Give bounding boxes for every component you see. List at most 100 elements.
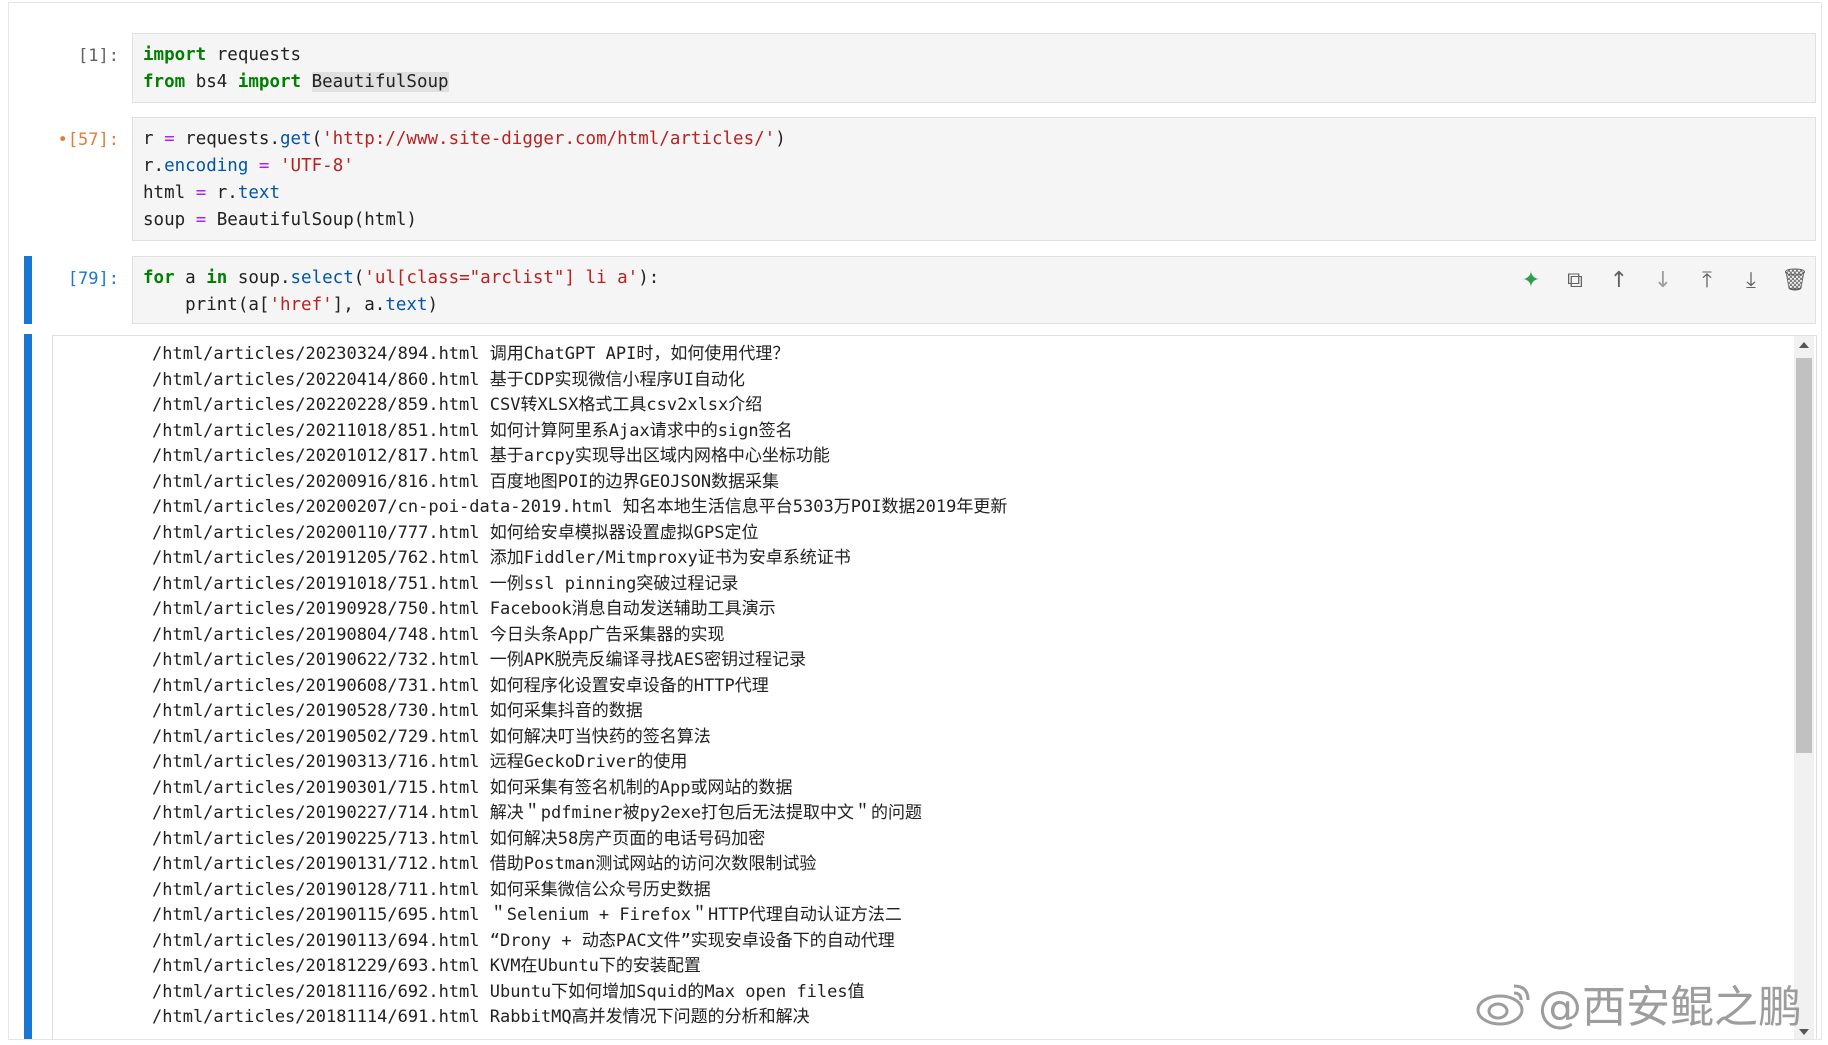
code-line: r = requests.get('http://www.site-digger… (143, 126, 1805, 153)
insert-below-icon-glyph: ⤓ (1746, 267, 1756, 293)
output-line: /html/articles/20190502/729.html 如何解决叮当快… (152, 726, 711, 747)
insert-below-icon[interactable]: ⤓ (1737, 266, 1765, 294)
code-token: = (195, 183, 207, 203)
notebook-panel: [1]: import requests from bs4 import Beau… (8, 2, 1822, 1040)
output-line: /html/articles/20190225/713.html 如何解决58房… (152, 828, 766, 849)
output-line: /html/articles/20190131/712.html 借助Postm… (152, 854, 817, 874)
code-token: from (143, 72, 186, 92)
output-line: /html/articles/20200110/777.html 如何给安卓模拟… (152, 522, 759, 543)
code-token: text (385, 295, 428, 315)
output-line: /html/articles/20181114/691.html RabbitM… (152, 1007, 810, 1027)
code-token: ): (638, 268, 660, 288)
code-token: = (258, 156, 270, 176)
code-token: print(a[ (143, 295, 270, 315)
code-line: r.encoding = 'UTF-8' (143, 153, 1805, 180)
ai-assist-icon[interactable]: ✦ (1517, 266, 1545, 294)
code-line: from bs4 import BeautifulSoup (143, 69, 1805, 96)
ai-assist-icon-glyph: ✦ (1521, 267, 1541, 293)
code-line: print(a['href'], a.text) (143, 292, 1805, 319)
code-token: html (143, 183, 196, 203)
execution-count: [79]: (67, 269, 119, 289)
scroll-up-arrow-icon[interactable] (1794, 336, 1814, 354)
code-token: requests. (174, 129, 280, 149)
code-token: r. (206, 183, 238, 203)
output-line: /html/articles/20190622/732.html 一例APK脱壳… (152, 650, 807, 670)
code-token: a (174, 268, 207, 288)
weibo-logo-icon (1476, 984, 1530, 1026)
output-line: /html/articles/20190113/694.html “Drony … (152, 930, 895, 951)
scroll-thumb[interactable] (1796, 358, 1812, 753)
code-token: BeautifulSoup (311, 72, 449, 92)
output-line: /html/articles/20191205/762.html 添加Fiddl… (152, 548, 851, 568)
output-line: /html/articles/20190928/750.html Faceboo… (152, 599, 776, 619)
output-line: /html/articles/20220414/860.html 基于CDP实现… (152, 369, 745, 390)
delete-icon[interactable]: 🗑 (1781, 266, 1809, 294)
active-cell-indicator (24, 256, 32, 324)
code-token: requests (206, 45, 302, 65)
cell-output: /html/articles/20230324/894.html 调用ChatG… (52, 335, 1817, 1039)
code-editor[interactable]: r = requests.get('http://www.site-digger… (132, 117, 1816, 241)
code-token: for (143, 268, 175, 288)
code-token: text (237, 183, 280, 203)
duplicate-icon[interactable]: ⧉ (1561, 266, 1589, 294)
code-cell-1[interactable]: [1]: import requests from bs4 import Beau… (9, 33, 1821, 103)
cell-toolbar: ✦ ⧉ ↑ ↓ ⤒ ⤓ 🗑 (1517, 266, 1809, 294)
output-line: /html/articles/20190227/714.html 解决＂pdfm… (152, 803, 923, 823)
code-token: ) (427, 295, 439, 315)
code-token: = (195, 210, 207, 230)
move-up-icon-glyph: ↑ (1609, 267, 1629, 293)
code-token: ], a. (332, 295, 386, 315)
code-line: html = r.text (143, 180, 1805, 207)
output-line: /html/articles/20190313/716.html 远程Gecko… (152, 752, 688, 772)
code-token: = (164, 129, 175, 149)
code-token: ) (775, 129, 786, 149)
output-line: /html/articles/20201012/817.html 基于arcpy… (152, 446, 830, 466)
output-line: /html/articles/20200207/cn-poi-data-2019… (152, 497, 1008, 517)
code-token: soup. (227, 268, 291, 288)
code-token: get (279, 129, 312, 149)
output-collapser[interactable] (24, 334, 32, 1039)
watermark-text: @西安鲲之鹏 (1538, 982, 1802, 1033)
code-token: 'ul[class="arclist"] li a' (364, 268, 639, 288)
code-token: ( (311, 129, 323, 149)
delete-icon-glyph: 🗑 (1781, 267, 1809, 293)
code-token: r. (143, 156, 165, 176)
output-scrollbar[interactable] (1794, 336, 1814, 1039)
insert-above-icon[interactable]: ⤒ (1693, 266, 1721, 294)
output-line: /html/articles/20181229/693.html KVM在Ubu… (152, 956, 701, 976)
code-token: in (206, 268, 228, 288)
output-text: /html/articles/20230324/894.html 调用ChatG… (152, 342, 1007, 1031)
output-line: /html/articles/20200916/816.html 百度地图POI… (152, 471, 780, 492)
duplicate-icon-glyph: ⧉ (1567, 267, 1583, 293)
code-line: import requests (143, 42, 1805, 69)
output-line: /html/articles/20211018/851.html 如何计算阿里系… (152, 420, 793, 441)
insert-above-icon-glyph: ⤒ (1702, 267, 1712, 293)
output-line: /html/articles/20190804/748.html 今日头条App… (152, 624, 725, 645)
code-token: soup (143, 210, 196, 230)
execution-count: •[57]: (57, 130, 119, 150)
code-token: 'href' (269, 295, 333, 315)
weibo-watermark: @西安鲲之鹏 (1474, 971, 1802, 1035)
code-editor[interactable]: import requests from bs4 import Beautiful… (132, 33, 1816, 103)
output-line: /html/articles/20191018/751.html 一例ssl p… (152, 573, 739, 594)
code-token: encoding (164, 156, 249, 176)
output-line: /html/articles/20190528/730.html 如何采集抖音的… (152, 701, 643, 721)
output-line: /html/articles/20230324/894.html 调用ChatG… (152, 344, 790, 364)
move-down-icon[interactable]: ↓ (1649, 266, 1677, 294)
move-up-icon[interactable]: ↑ (1605, 266, 1633, 294)
output-line: /html/articles/20190115/695.html ＂Seleni… (152, 905, 902, 925)
code-token: import (237, 72, 302, 92)
output-line: /html/articles/20190608/731.html 如何程序化设置… (152, 675, 769, 696)
code-line: soup = BeautifulSoup(html) (143, 207, 1805, 234)
code-token: import (143, 45, 207, 65)
code-cell-2[interactable]: •[57]: r = requests.get('http://www.site… (9, 117, 1821, 241)
code-token: bs4 (185, 72, 238, 92)
code-token: select (290, 268, 354, 288)
output-line: /html/articles/20190128/711.html 如何采集微信公… (152, 879, 711, 900)
code-token: 'UTF-8' (280, 156, 354, 176)
code-token: r (143, 129, 165, 149)
output-line: /html/articles/20220228/859.html CSV转XLS… (152, 395, 763, 415)
